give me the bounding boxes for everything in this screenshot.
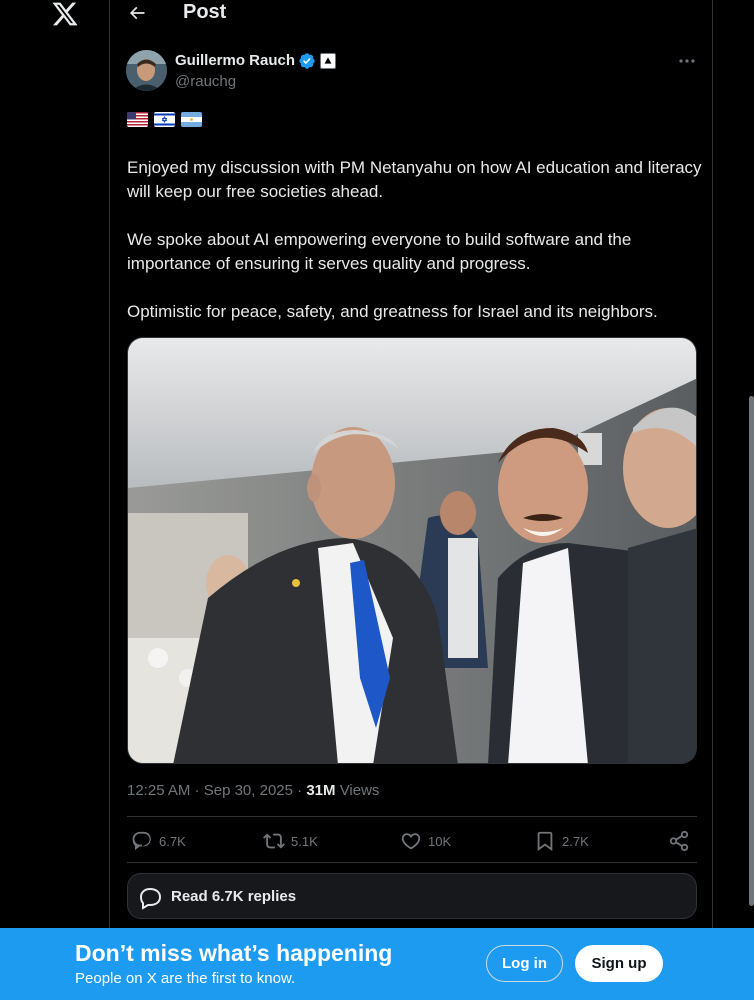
repost-icon (263, 833, 285, 849)
tweet-paragraph: We spoke about AI empowering everyone to… (127, 230, 632, 273)
author-handle[interactable]: @rauchg (175, 73, 236, 90)
post-header: Post (110, 0, 714, 28)
tweet-photo[interactable] (127, 337, 697, 764)
argentina-flag-icon (181, 112, 202, 127)
author-name[interactable]: Guillermo Rauch (175, 52, 295, 69)
tweet-text: Enjoyed my discussion with PM Netanyahu … (127, 156, 702, 348)
scrollbar[interactable] (749, 396, 754, 906)
banner-title: Don’t miss what’s happening (75, 940, 393, 966)
flag-emojis (127, 112, 202, 128)
login-button[interactable]: Log in (486, 945, 563, 982)
post-column: Post Guillermo Rauch @rauchg Enjoyed my … (109, 0, 713, 1000)
tweet-paragraph: Enjoyed my discussion with PM Netanyahu … (127, 158, 702, 201)
affiliation-badge-icon[interactable] (320, 53, 336, 69)
signup-button[interactable]: Sign up (575, 945, 663, 982)
views-count: 31M (306, 782, 336, 799)
back-arrow-icon[interactable] (127, 3, 147, 23)
repost-button[interactable]: 5.1K (263, 830, 318, 852)
read-replies-button[interactable]: Read 6.7K replies (127, 873, 697, 919)
like-button[interactable]: 10K (400, 830, 451, 852)
bookmark-count: 2.7K (562, 833, 589, 849)
bookmark-icon (537, 831, 553, 852)
reply-icon (132, 831, 151, 850)
reply-button[interactable]: 6.7K (131, 830, 186, 852)
us-flag-icon (127, 112, 148, 127)
meta-separator: · (190, 782, 204, 799)
reply-bubble-icon (137, 886, 163, 910)
post-meta: 12:25 AM · Sep 30, 2025 · 31M Views (127, 782, 379, 799)
post-time[interactable]: 12:25 AM (127, 782, 190, 799)
read-replies-label: Read 6.7K replies (171, 888, 297, 905)
share-button[interactable] (668, 830, 690, 852)
like-count: 10K (428, 833, 452, 849)
heart-icon (401, 833, 421, 850)
x-logo-icon[interactable] (51, 0, 79, 28)
share-icon (669, 830, 689, 852)
bookmark-button[interactable]: 2.7K (534, 830, 589, 852)
reply-count: 6.7K (159, 833, 186, 849)
avatar[interactable] (126, 50, 167, 91)
post-date[interactable]: Sep 30, 2025 (204, 782, 293, 799)
verified-badge-icon (298, 52, 316, 70)
signup-banner: Don’t miss what’s happening People on X … (0, 928, 754, 1000)
meta-separator: · (292, 782, 307, 799)
left-navigation (0, 0, 110, 1000)
action-bar: 6.7K 5.1K 10K 2.7K (127, 826, 697, 858)
tweet-paragraph: Optimistic for peace, safety, and greatn… (127, 302, 658, 321)
banner-subtitle: People on X are the first to know. (75, 970, 296, 987)
more-options-icon[interactable] (676, 52, 698, 70)
divider (127, 862, 697, 863)
divider (127, 816, 697, 817)
israel-flag-icon (154, 112, 175, 127)
views-label: Views (339, 782, 380, 799)
repost-count: 5.1K (291, 833, 318, 849)
page-title: Post (183, 1, 227, 23)
